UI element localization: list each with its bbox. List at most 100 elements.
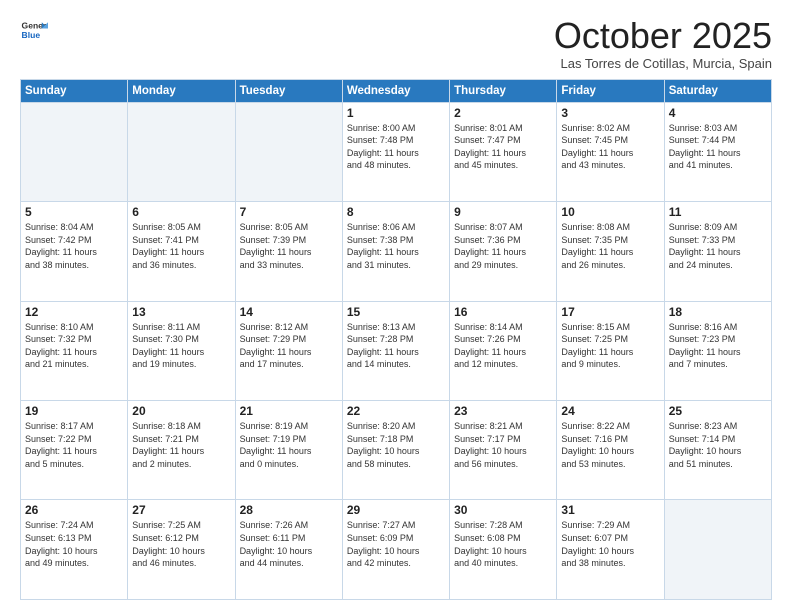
day-number: 30 bbox=[454, 503, 552, 517]
day-cell: 23 Sunrise: 8:21 AM Sunset: 7:17 PM Dayli… bbox=[450, 401, 557, 500]
day-cell: 3 Sunrise: 8:02 AM Sunset: 7:45 PM Daylig… bbox=[557, 102, 664, 201]
day-number: 15 bbox=[347, 305, 445, 319]
day-number: 6 bbox=[132, 205, 230, 219]
week-row-1: 5 Sunrise: 8:04 AM Sunset: 7:42 PM Daylig… bbox=[21, 202, 772, 301]
day-number: 22 bbox=[347, 404, 445, 418]
day-info: Sunrise: 8:03 AM Sunset: 7:44 PM Dayligh… bbox=[669, 122, 767, 172]
day-cell bbox=[128, 102, 235, 201]
day-number: 31 bbox=[561, 503, 659, 517]
day-number: 8 bbox=[347, 205, 445, 219]
day-info: Sunrise: 8:00 AM Sunset: 7:48 PM Dayligh… bbox=[347, 122, 445, 172]
day-number: 28 bbox=[240, 503, 338, 517]
day-info: Sunrise: 8:05 AM Sunset: 7:39 PM Dayligh… bbox=[240, 221, 338, 271]
day-cell: 11 Sunrise: 8:09 AM Sunset: 7:33 PM Dayli… bbox=[664, 202, 771, 301]
day-number: 9 bbox=[454, 205, 552, 219]
day-cell bbox=[235, 102, 342, 201]
day-info: Sunrise: 7:27 AM Sunset: 6:09 PM Dayligh… bbox=[347, 519, 445, 569]
day-info: Sunrise: 8:05 AM Sunset: 7:41 PM Dayligh… bbox=[132, 221, 230, 271]
day-info: Sunrise: 8:02 AM Sunset: 7:45 PM Dayligh… bbox=[561, 122, 659, 172]
day-info: Sunrise: 8:10 AM Sunset: 7:32 PM Dayligh… bbox=[25, 321, 123, 371]
day-number: 29 bbox=[347, 503, 445, 517]
day-cell: 17 Sunrise: 8:15 AM Sunset: 7:25 PM Dayli… bbox=[557, 301, 664, 400]
day-info: Sunrise: 8:01 AM Sunset: 7:47 PM Dayligh… bbox=[454, 122, 552, 172]
day-info: Sunrise: 8:20 AM Sunset: 7:18 PM Dayligh… bbox=[347, 420, 445, 470]
day-cell: 31Sunrise: 7:29 AM Sunset: 6:07 PM Dayli… bbox=[557, 500, 664, 600]
day-number: 14 bbox=[240, 305, 338, 319]
day-number: 7 bbox=[240, 205, 338, 219]
day-cell bbox=[21, 102, 128, 201]
day-info: Sunrise: 8:15 AM Sunset: 7:25 PM Dayligh… bbox=[561, 321, 659, 371]
day-info: Sunrise: 7:24 AM Sunset: 6:13 PM Dayligh… bbox=[25, 519, 123, 569]
day-number: 25 bbox=[669, 404, 767, 418]
day-number: 17 bbox=[561, 305, 659, 319]
week-row-4: 26 Sunrise: 7:24 AM Sunset: 6:13 PM Dayli… bbox=[21, 500, 772, 600]
col-monday: Monday bbox=[128, 79, 235, 102]
calendar-table: Sunday Monday Tuesday Wednesday Thursday… bbox=[20, 79, 772, 600]
day-number: 23 bbox=[454, 404, 552, 418]
day-cell bbox=[664, 500, 771, 600]
col-saturday: Saturday bbox=[664, 79, 771, 102]
day-cell: 16 Sunrise: 8:14 AM Sunset: 7:26 PM Dayli… bbox=[450, 301, 557, 400]
day-info: Sunrise: 8:11 AM Sunset: 7:30 PM Dayligh… bbox=[132, 321, 230, 371]
day-info: Sunrise: 8:12 AM Sunset: 7:29 PM Dayligh… bbox=[240, 321, 338, 371]
svg-text:Blue: Blue bbox=[22, 30, 41, 40]
day-cell: 19 Sunrise: 8:17 AM Sunset: 7:22 PM Dayli… bbox=[21, 401, 128, 500]
col-sunday: Sunday bbox=[21, 79, 128, 102]
day-cell: 25 Sunrise: 8:23 AM Sunset: 7:14 PM Dayli… bbox=[664, 401, 771, 500]
day-info: Sunrise: 8:19 AM Sunset: 7:19 PM Dayligh… bbox=[240, 420, 338, 470]
day-cell: 1 Sunrise: 8:00 AM Sunset: 7:48 PM Daylig… bbox=[342, 102, 449, 201]
day-number: 4 bbox=[669, 106, 767, 120]
day-cell: 29 Sunrise: 7:27 AM Sunset: 6:09 PM Dayli… bbox=[342, 500, 449, 600]
day-info: Sunrise: 7:26 AM Sunset: 6:11 PM Dayligh… bbox=[240, 519, 338, 569]
col-thursday: Thursday bbox=[450, 79, 557, 102]
day-info: Sunrise: 8:18 AM Sunset: 7:21 PM Dayligh… bbox=[132, 420, 230, 470]
day-info: Sunrise: 8:17 AM Sunset: 7:22 PM Dayligh… bbox=[25, 420, 123, 470]
day-info: Sunrise: 8:13 AM Sunset: 7:28 PM Dayligh… bbox=[347, 321, 445, 371]
day-info: Sunrise: 8:16 AM Sunset: 7:23 PM Dayligh… bbox=[669, 321, 767, 371]
day-cell: 22 Sunrise: 8:20 AM Sunset: 7:18 PM Dayli… bbox=[342, 401, 449, 500]
day-number: 1 bbox=[347, 106, 445, 120]
day-number: 27 bbox=[132, 503, 230, 517]
day-number: 26 bbox=[25, 503, 123, 517]
col-tuesday: Tuesday bbox=[235, 79, 342, 102]
header: General Blue October 2025 Las Torres de … bbox=[20, 16, 772, 71]
week-row-3: 19 Sunrise: 8:17 AM Sunset: 7:22 PM Dayli… bbox=[21, 401, 772, 500]
day-number: 13 bbox=[132, 305, 230, 319]
day-cell: 28 Sunrise: 7:26 AM Sunset: 6:11 PM Dayli… bbox=[235, 500, 342, 600]
page: General Blue October 2025 Las Torres de … bbox=[0, 0, 792, 612]
day-info: Sunrise: 8:06 AM Sunset: 7:38 PM Dayligh… bbox=[347, 221, 445, 271]
day-info: Sunrise: 8:14 AM Sunset: 7:26 PM Dayligh… bbox=[454, 321, 552, 371]
day-number: 20 bbox=[132, 404, 230, 418]
week-row-0: 1 Sunrise: 8:00 AM Sunset: 7:48 PM Daylig… bbox=[21, 102, 772, 201]
day-cell: 10 Sunrise: 8:08 AM Sunset: 7:35 PM Dayli… bbox=[557, 202, 664, 301]
day-cell: 12 Sunrise: 8:10 AM Sunset: 7:32 PM Dayli… bbox=[21, 301, 128, 400]
header-row: Sunday Monday Tuesday Wednesday Thursday… bbox=[21, 79, 772, 102]
day-number: 12 bbox=[25, 305, 123, 319]
day-number: 16 bbox=[454, 305, 552, 319]
day-number: 21 bbox=[240, 404, 338, 418]
day-cell: 24Sunrise: 8:22 AM Sunset: 7:16 PM Dayli… bbox=[557, 401, 664, 500]
day-info: Sunrise: 8:09 AM Sunset: 7:33 PM Dayligh… bbox=[669, 221, 767, 271]
day-cell: 14 Sunrise: 8:12 AM Sunset: 7:29 PM Dayli… bbox=[235, 301, 342, 400]
day-number: 10 bbox=[561, 205, 659, 219]
location: Las Torres de Cotillas, Murcia, Spain bbox=[554, 56, 772, 71]
day-number: 18 bbox=[669, 305, 767, 319]
day-cell: 27Sunrise: 7:25 AM Sunset: 6:12 PM Dayli… bbox=[128, 500, 235, 600]
day-info: Sunrise: 8:08 AM Sunset: 7:35 PM Dayligh… bbox=[561, 221, 659, 271]
day-number: 5 bbox=[25, 205, 123, 219]
logo: General Blue bbox=[20, 16, 50, 44]
day-info: Sunrise: 7:28 AM Sunset: 6:08 PM Dayligh… bbox=[454, 519, 552, 569]
day-info: Sunrise: 8:04 AM Sunset: 7:42 PM Dayligh… bbox=[25, 221, 123, 271]
day-number: 19 bbox=[25, 404, 123, 418]
day-number: 3 bbox=[561, 106, 659, 120]
day-cell: 5 Sunrise: 8:04 AM Sunset: 7:42 PM Daylig… bbox=[21, 202, 128, 301]
day-info: Sunrise: 8:22 AM Sunset: 7:16 PM Dayligh… bbox=[561, 420, 659, 470]
day-cell: 2Sunrise: 8:01 AM Sunset: 7:47 PM Daylig… bbox=[450, 102, 557, 201]
day-info: Sunrise: 8:23 AM Sunset: 7:14 PM Dayligh… bbox=[669, 420, 767, 470]
day-info: Sunrise: 8:21 AM Sunset: 7:17 PM Dayligh… bbox=[454, 420, 552, 470]
col-friday: Friday bbox=[557, 79, 664, 102]
day-cell: 20 Sunrise: 8:18 AM Sunset: 7:21 PM Dayli… bbox=[128, 401, 235, 500]
day-cell: 4 Sunrise: 8:03 AM Sunset: 7:44 PM Daylig… bbox=[664, 102, 771, 201]
day-number: 11 bbox=[669, 205, 767, 219]
day-cell: 30 Sunrise: 7:28 AM Sunset: 6:08 PM Dayli… bbox=[450, 500, 557, 600]
